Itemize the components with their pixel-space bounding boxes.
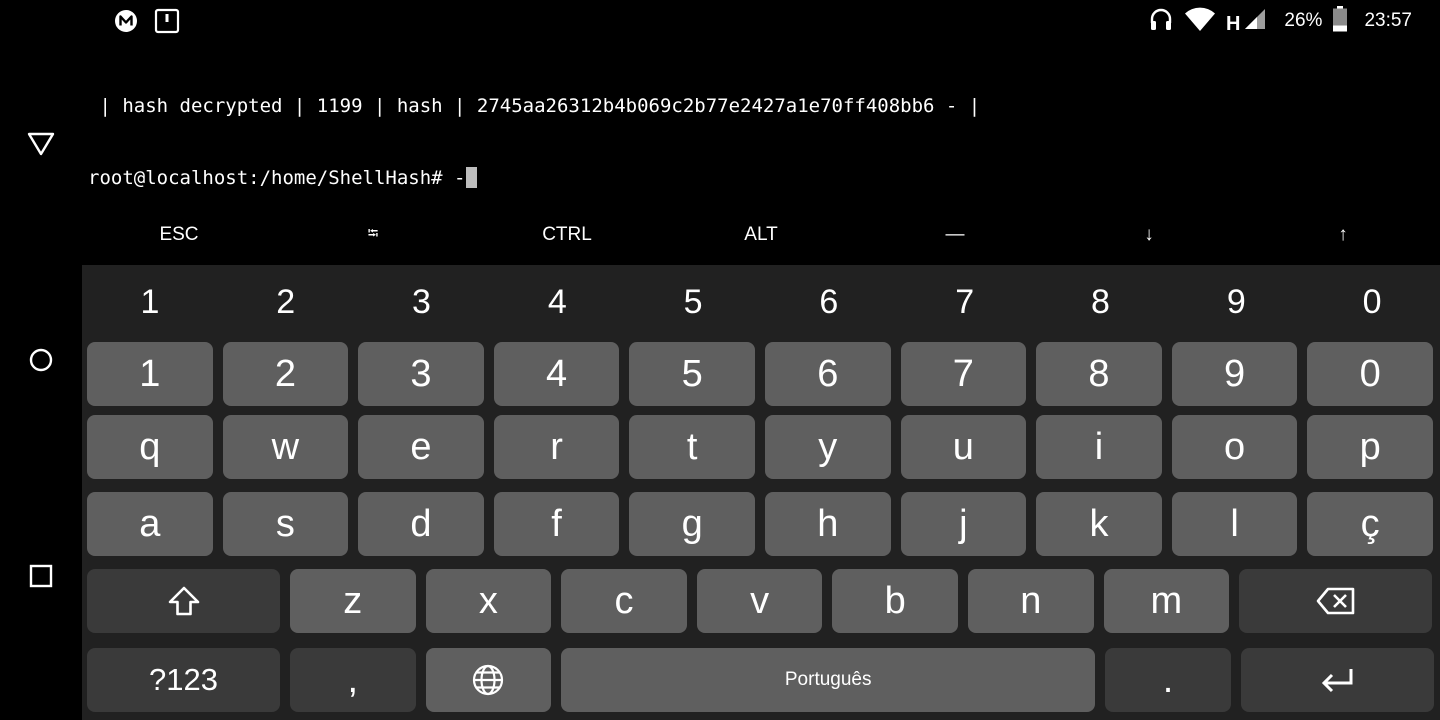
key-w[interactable]: w: [222, 415, 349, 479]
key-g[interactable]: g: [629, 492, 755, 556]
key-u[interactable]: u: [900, 415, 1027, 479]
dash-key[interactable]: —: [858, 212, 1052, 258]
number-suggestion[interactable]: 1: [82, 279, 218, 325]
terminal-prompt-line: root@localhost:/home/ShellHash# -: [88, 166, 1428, 190]
comma-key[interactable]: ,: [290, 648, 416, 712]
wifi-icon: [1184, 6, 1216, 36]
shift-arrow-icon: [168, 586, 199, 616]
key-6[interactable]: 6: [764, 342, 891, 406]
number-suggestion[interactable]: 5: [625, 279, 761, 325]
backspace-key[interactable]: [1239, 569, 1433, 633]
key-p[interactable]: p: [1307, 415, 1433, 479]
battery-percent: 26%: [1284, 10, 1323, 31]
number-suggestion[interactable]: 4: [489, 279, 625, 325]
home-circle-icon: [29, 348, 53, 372]
number-suggestion[interactable]: 9: [1168, 279, 1304, 325]
key-m[interactable]: m: [1103, 569, 1230, 633]
key-f[interactable]: f: [493, 492, 620, 556]
key-c[interactable]: c: [561, 569, 687, 633]
number-suggestion[interactable]: 7: [897, 279, 1033, 325]
key-9[interactable]: 9: [1171, 342, 1298, 406]
status-bar: H 26% 23:57: [0, 0, 1440, 42]
notification-icons: [114, 8, 180, 38]
key-a[interactable]: a: [87, 492, 213, 556]
space-key[interactable]: Português: [561, 648, 1096, 712]
key-k[interactable]: k: [1036, 492, 1162, 556]
number-suggestion[interactable]: 8: [1033, 279, 1169, 325]
system-icons: H 26% 23:57: [1148, 6, 1412, 36]
number-suggestion[interactable]: 2: [218, 279, 354, 325]
terminal-output[interactable]: | hash decrypted | 1199 | hash | 2745aa2…: [88, 46, 1428, 214]
extra-keys-row: ESC ⭾ CTRL ALT — ↓ ↑: [82, 212, 1440, 258]
key-s[interactable]: s: [222, 492, 349, 556]
shift-key[interactable]: [87, 569, 280, 633]
mega-icon: [114, 9, 138, 37]
up-arrow-key[interactable]: ↑: [1246, 212, 1440, 258]
number-suggestion-strip: 1 2 3 4 5 6 7 8 9 0: [82, 279, 1440, 325]
back-button[interactable]: [25, 128, 57, 160]
backspace-icon: [1316, 587, 1354, 615]
number-suggestion[interactable]: 6: [761, 279, 897, 325]
recents-square-icon: [29, 564, 53, 588]
key-j[interactable]: j: [900, 492, 1027, 556]
key-n[interactable]: n: [967, 569, 1094, 633]
key-o[interactable]: o: [1171, 415, 1298, 479]
key-e[interactable]: e: [358, 415, 484, 479]
cell-signal-icon: [1244, 8, 1266, 34]
number-suggestion[interactable]: 3: [354, 279, 490, 325]
key-l[interactable]: l: [1171, 492, 1298, 556]
headphones-icon: [1148, 6, 1174, 36]
key-b[interactable]: b: [832, 569, 958, 633]
key-4[interactable]: 4: [493, 342, 620, 406]
battery-icon: [1332, 6, 1348, 36]
number-key-row: 1 2 3 4 5 6 7 8 9 0: [87, 342, 1433, 406]
key-1[interactable]: 1: [87, 342, 213, 406]
letter-row-2: a s d f g h j k l ç: [87, 492, 1433, 556]
tab-key[interactable]: ⭾: [276, 212, 470, 258]
key-c-cedilla[interactable]: ç: [1307, 492, 1433, 556]
key-i[interactable]: i: [1036, 415, 1162, 479]
key-5[interactable]: 5: [629, 342, 755, 406]
period-key[interactable]: .: [1105, 648, 1231, 712]
bottom-key-row: ?123 , Português .: [87, 648, 1434, 712]
esc-key[interactable]: ESC: [82, 212, 276, 258]
terminal-prompt: root@localhost:/home/ShellHash# -: [88, 167, 466, 189]
language-key[interactable]: [425, 648, 552, 712]
enter-key[interactable]: [1240, 648, 1434, 712]
key-3[interactable]: 3: [358, 342, 484, 406]
alt-key[interactable]: ALT: [664, 212, 858, 258]
back-triangle-icon: [27, 132, 55, 156]
terminal-cursor: [465, 167, 477, 188]
key-v[interactable]: v: [696, 569, 823, 633]
sdcard-icon: [154, 8, 180, 38]
ctrl-key[interactable]: CTRL: [470, 212, 664, 258]
key-2[interactable]: 2: [222, 342, 349, 406]
home-button[interactable]: [25, 344, 57, 376]
terminal-line: | hash decrypted | 1199 | hash | 2745aa2…: [88, 95, 981, 117]
letter-row-3: z x c v b n m: [87, 569, 1433, 633]
symbols-key[interactable]: ?123: [87, 648, 280, 712]
clock: 23:57: [1364, 10, 1412, 31]
network-type: H: [1225, 12, 1241, 35]
key-q[interactable]: q: [87, 415, 213, 479]
key-x[interactable]: x: [425, 569, 552, 633]
key-0[interactable]: 0: [1307, 342, 1433, 406]
soft-keyboard: 1 2 3 4 5 6 7 8 9 0 1 2 3 4 5 6 7 8 9 0 …: [82, 265, 1440, 720]
globe-icon: [473, 664, 504, 696]
navigation-bar: [0, 42, 82, 720]
recents-button[interactable]: [25, 560, 57, 592]
key-t[interactable]: t: [629, 415, 755, 479]
key-z[interactable]: z: [290, 569, 416, 633]
enter-arrow-icon: [1322, 669, 1353, 693]
number-suggestion[interactable]: 0: [1304, 279, 1440, 325]
key-8[interactable]: 8: [1036, 342, 1162, 406]
key-y[interactable]: y: [764, 415, 891, 479]
letter-row-1: q w e r t y u i o p: [87, 415, 1433, 479]
key-7[interactable]: 7: [900, 342, 1027, 406]
key-h[interactable]: h: [764, 492, 891, 556]
key-r[interactable]: r: [493, 415, 620, 479]
key-d[interactable]: d: [358, 492, 484, 556]
down-arrow-key[interactable]: ↓: [1052, 212, 1246, 258]
